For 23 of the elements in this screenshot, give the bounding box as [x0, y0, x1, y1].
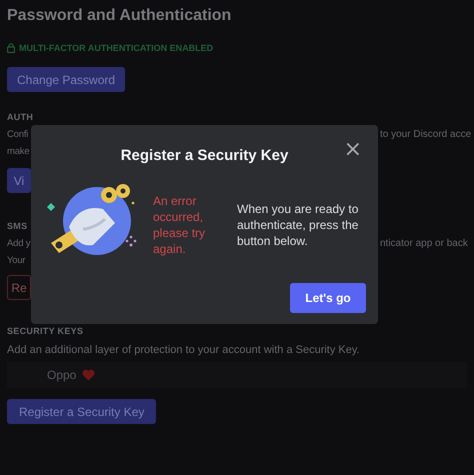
change-password-button[interactable]: Change Password [7, 67, 126, 92]
instruction-text: When you are ready to authenticate, press the button below. [237, 201, 360, 249]
description-text: Add an additional layer of protection to your account with a Security Key. [7, 343, 361, 358]
description-text: Your [7, 254, 26, 268]
section-label: AUTH [7, 112, 34, 122]
error-message: An error occurred, please try again. [153, 193, 206, 257]
description-text: Add y [7, 237, 31, 251]
description-text: Confi [7, 128, 30, 142]
view-button[interactable]: Vi [7, 168, 31, 193]
page-title: Password and Authentication [7, 7, 232, 26]
lock-icon [7, 43, 15, 53]
register-key-button[interactable]: Register a Security Key [7, 399, 156, 424]
close-button[interactable]: × [344, 139, 362, 161]
key-name: Oppo [47, 368, 76, 382]
section-label: SMS [7, 221, 28, 231]
description-text: make [7, 145, 30, 159]
mfa-status: MULTI-FACTOR AUTHENTICATION ENABLED [19, 43, 214, 53]
description-text: to your Discord acce [380, 128, 472, 142]
section-label: SECURITY KEYS [7, 326, 84, 336]
modal-title: Register a Security Key [120, 146, 288, 164]
description-text: nticator app or back [380, 237, 468, 251]
lets-go-button[interactable]: Let's go [290, 283, 366, 313]
heart-icon [82, 369, 96, 381]
